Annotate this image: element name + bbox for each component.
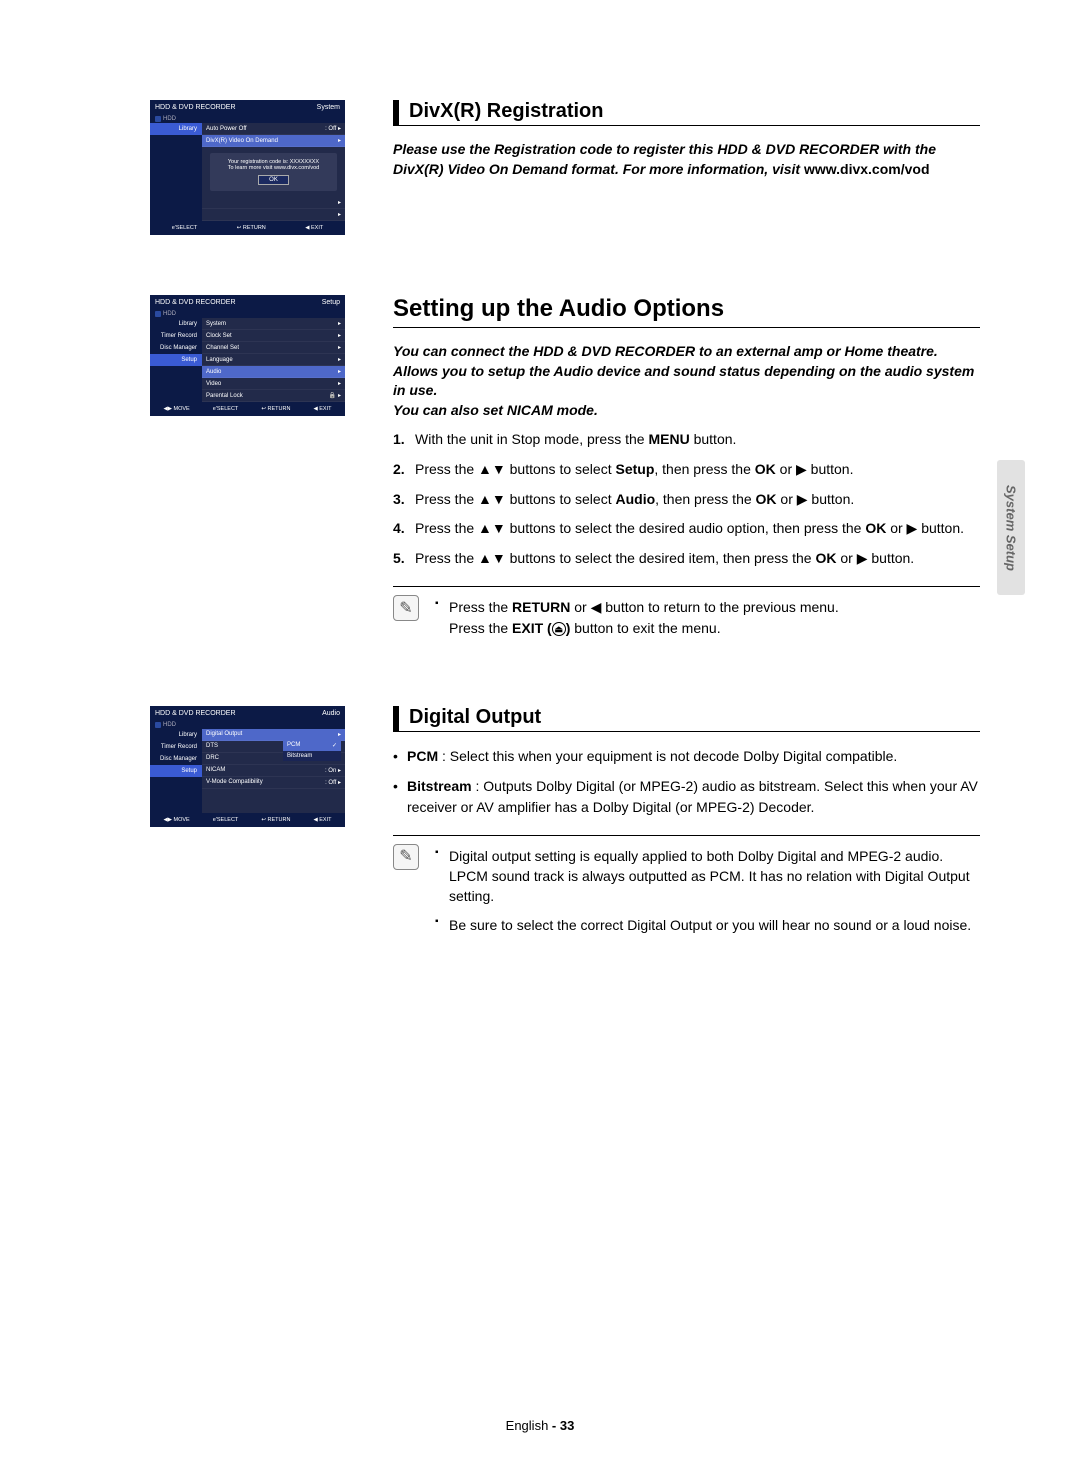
ui-footer: e'SELECT ↩ RETURN ◀ EXIT: [150, 221, 345, 235]
ui-screenshot-audio: HDD & DVD RECORDERAudio HDD Library Time…: [150, 706, 345, 827]
note-icon: ✎: [393, 844, 419, 870]
exit-button-icon: ⏏: [552, 622, 566, 636]
ui-corner: System: [317, 104, 340, 111]
digital-output-note: ✎ Digital output setting is equally appl…: [393, 835, 980, 935]
ui-sidebar-library: Library: [150, 123, 202, 135]
ui-registration-msg: Your registration code is: XXXXXXXX To l…: [210, 153, 337, 191]
page-footer: English - 33: [0, 1418, 1080, 1433]
note-icon: ✎: [393, 595, 419, 621]
heading-audio-options: Setting up the Audio Options: [393, 295, 980, 328]
digital-output-bullets: PCM : Select this when your equipment is…: [393, 746, 980, 817]
ui-hdd-indicator: HDD: [150, 115, 345, 123]
divx-intro-text: Please use the Registration code to regi…: [393, 140, 980, 179]
heading-divx-registration: DivX(R) Registration: [393, 100, 980, 126]
ui-title: HDD & DVD RECORDER: [155, 104, 236, 111]
section-side-tab: System Setup: [997, 460, 1025, 595]
heading-digital-output: Digital Output: [393, 706, 980, 732]
audio-steps: With the unit in Stop mode, press the ME…: [393, 430, 980, 568]
ui-screenshot-setup: HDD & DVD RECORDERSetup HDD Library Time…: [150, 295, 345, 416]
ui-digital-output-popup: PCM✓ Bitstream: [283, 740, 341, 761]
audio-intro: You can connect the HDD & DVD RECORDER t…: [393, 342, 980, 420]
audio-note: ✎ Press the RETURN or ◀ button to return…: [393, 586, 980, 638]
ui-screenshot-divx: HDD & DVD RECORDERSystem HDD Library Aut…: [150, 100, 345, 235]
ui-ok-button: OK: [258, 175, 289, 185]
